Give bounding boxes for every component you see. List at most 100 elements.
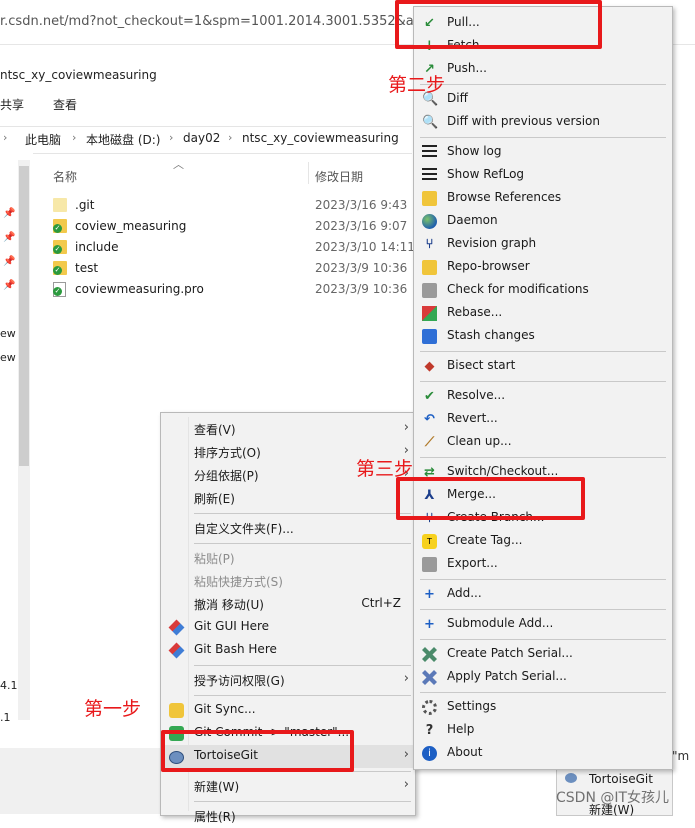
menu-item-submodule-add[interactable]: + Submodule Add...	[414, 613, 672, 636]
menu-item-revision-graph[interactable]: ⑂ Revision graph	[414, 233, 672, 256]
folder-icon	[53, 198, 67, 212]
ribbon-tab-share[interactable]: 共享	[0, 96, 24, 113]
menu-item-browse-references[interactable]: Browse References	[414, 187, 672, 210]
breadcrumb-project[interactable]: ntsc_xy_coviewmeasuring	[242, 131, 399, 145]
menu-item-view[interactable]: 查看(V) ›	[161, 418, 415, 441]
file-row-include[interactable]: ✓ include 2023/3/10 14:11	[53, 238, 415, 259]
annotation-step-two: 第二步	[388, 74, 446, 96]
menu-item-git-sync[interactable]: Git Sync...	[161, 699, 415, 722]
column-header-name[interactable]: 名称	[53, 168, 77, 185]
file-date: 2023/3/9 10:36	[315, 282, 408, 296]
file-row-coviewmeasuring-pro[interactable]: ✓ coviewmeasuring.pro 2023/3/9 10:36	[53, 280, 413, 301]
browser-url-text: r.csdn.net/md?not_checkout=1&spm=1001.20…	[0, 14, 447, 29]
breadcrumb-separator: ›	[169, 131, 174, 144]
breadcrumb-day02[interactable]: day02	[183, 131, 220, 145]
scrollbar-thumb[interactable]	[19, 166, 29, 466]
patch-apply-icon	[422, 670, 437, 685]
menu-item-create-patch-serial[interactable]: Create Patch Serial...	[414, 643, 672, 666]
menu-item-about[interactable]: i About	[414, 742, 672, 765]
menu-item-git-gui[interactable]: Git GUI Here	[161, 616, 415, 639]
menu-item-settings[interactable]: Settings	[414, 696, 672, 719]
menu-item-diff-previous[interactable]: 🔍 Diff with previous version	[414, 111, 672, 134]
export-icon	[422, 557, 437, 572]
submenu-arrow-icon: ›	[403, 420, 409, 435]
globe-icon	[422, 214, 437, 229]
file-name: test	[75, 261, 99, 275]
menu-item-revert[interactable]: ↶ Revert...	[414, 408, 672, 431]
ribbon-tab-view[interactable]: 查看	[53, 96, 77, 113]
annotation-step-one: 第一步	[84, 698, 142, 720]
revert-icon: ↶	[424, 412, 435, 427]
file-row-test[interactable]: ✓ test 2023/3/9 10:36	[53, 259, 413, 280]
menu-item-git-bash[interactable]: Git Bash Here	[161, 639, 415, 662]
reflog-icon	[422, 168, 437, 183]
nav-item-fragment[interactable]: ew	[0, 351, 16, 364]
patch-create-icon	[422, 647, 437, 662]
file-name: .git	[75, 198, 95, 212]
menu-item-properties[interactable]: 属性(R)	[161, 805, 415, 828]
pin-icon: 📌	[3, 256, 16, 267]
menu-item-show-log[interactable]: Show log	[414, 141, 672, 164]
menu-item-clean-up[interactable]: ⟋ Clean up...	[414, 431, 672, 454]
column-header-modified[interactable]: 修改日期	[315, 168, 363, 185]
menu-item-add[interactable]: + Add...	[414, 583, 672, 606]
tortoisegit-submenu: ↙ Pull... ↓ Fetch... ↗ Push... 🔍 Diff 🔍 Diff …	[413, 6, 673, 770]
broom-icon: ⟋	[424, 435, 435, 450]
menu-item-repo-browser[interactable]: Repo-browser	[414, 256, 672, 279]
pin-icon: 📌	[3, 232, 16, 243]
menu-item-check-modifications[interactable]: Check for modifications	[414, 279, 672, 302]
nav-item-fragment[interactable]: ew	[0, 327, 16, 340]
explorer-status-area	[0, 748, 160, 814]
git-status-check-icon: ✓	[53, 224, 62, 233]
menu-item-show-reflog[interactable]: Show RefLog	[414, 164, 672, 187]
menu-item-diff[interactable]: 🔍 Diff	[414, 88, 672, 111]
add-icon: +	[424, 587, 435, 602]
submenu-arrow-icon: ›	[403, 777, 409, 792]
submodule-add-icon: +	[424, 617, 435, 632]
breadcrumb-separator: ›	[72, 131, 77, 144]
menu-item-help[interactable]: ? Help	[414, 719, 672, 742]
menu-item-push[interactable]: ↗ Push...	[414, 58, 672, 81]
menu-item-customize-folder[interactable]: 自定义文件夹(F)...	[161, 517, 415, 540]
references-icon	[422, 191, 437, 206]
repo-browser-icon	[422, 260, 437, 275]
explorer-window-title: ntsc_xy_coviewmeasuring	[0, 68, 157, 82]
file-date: 2023/3/10 14:11	[315, 240, 415, 254]
diff-previous-icon: 🔍	[422, 115, 439, 130]
menu-item-refresh[interactable]: 刷新(E)	[161, 487, 415, 510]
column-divider[interactable]	[308, 162, 309, 184]
highlight-box-merge	[396, 477, 585, 520]
log-icon	[422, 145, 437, 160]
csdn-watermark: CSDN @IT女孩儿	[556, 790, 670, 806]
check-modifications-icon	[422, 283, 437, 298]
menu-item-bisect-start[interactable]: ◆ Bisect start	[414, 355, 672, 378]
file-row-coview-measuring[interactable]: ✓ coview_measuring 2023/3/16 9:07	[53, 217, 413, 238]
menu-item-paste-shortcut[interactable]: 粘贴快捷方式(S)	[161, 570, 415, 593]
nav-item-fragment[interactable]: 4.1	[0, 679, 18, 692]
menu-item-grant-access[interactable]: 授予访问权限(G) ›	[161, 669, 415, 692]
breadcrumb-this-pc[interactable]: 此电脑	[25, 131, 61, 148]
menu-item-daemon[interactable]: Daemon	[414, 210, 672, 233]
pin-icon: 📌	[3, 208, 16, 219]
file-name: include	[75, 240, 119, 254]
menu-item-rebase[interactable]: Rebase...	[414, 302, 672, 325]
git-status-check-icon: ✓	[53, 245, 62, 254]
menu-item-apply-patch-serial[interactable]: Apply Patch Serial...	[414, 666, 672, 689]
menu-item-create-tag[interactable]: T Create Tag...	[414, 530, 672, 553]
help-icon: ?	[425, 723, 434, 738]
file-date: 2023/3/9 10:36	[315, 261, 408, 275]
gear-icon	[422, 700, 437, 715]
menu-item-new[interactable]: 新建(W) ›	[161, 775, 415, 798]
tag-icon: T	[422, 534, 437, 549]
file-name: coviewmeasuring.pro	[75, 282, 204, 296]
menu-item-paste[interactable]: 粘贴(P)	[161, 547, 415, 570]
breadcrumb-local-disk[interactable]: 本地磁盘 (D:)	[86, 131, 160, 148]
sort-ascending-icon: ︿	[173, 158, 184, 171]
menu-item-undo-move[interactable]: 撤消 移动(U) Ctrl+Z	[161, 593, 415, 616]
file-row-git[interactable]: .git 2023/3/16 9:43	[53, 196, 413, 217]
breadcrumb-separator: ›	[3, 131, 8, 144]
menu-item-export[interactable]: Export...	[414, 553, 672, 576]
menu-item-resolve[interactable]: ✔ Resolve...	[414, 385, 672, 408]
menu-item-stash-changes[interactable]: Stash changes	[414, 325, 672, 348]
nav-item-fragment[interactable]: .1	[0, 711, 11, 724]
